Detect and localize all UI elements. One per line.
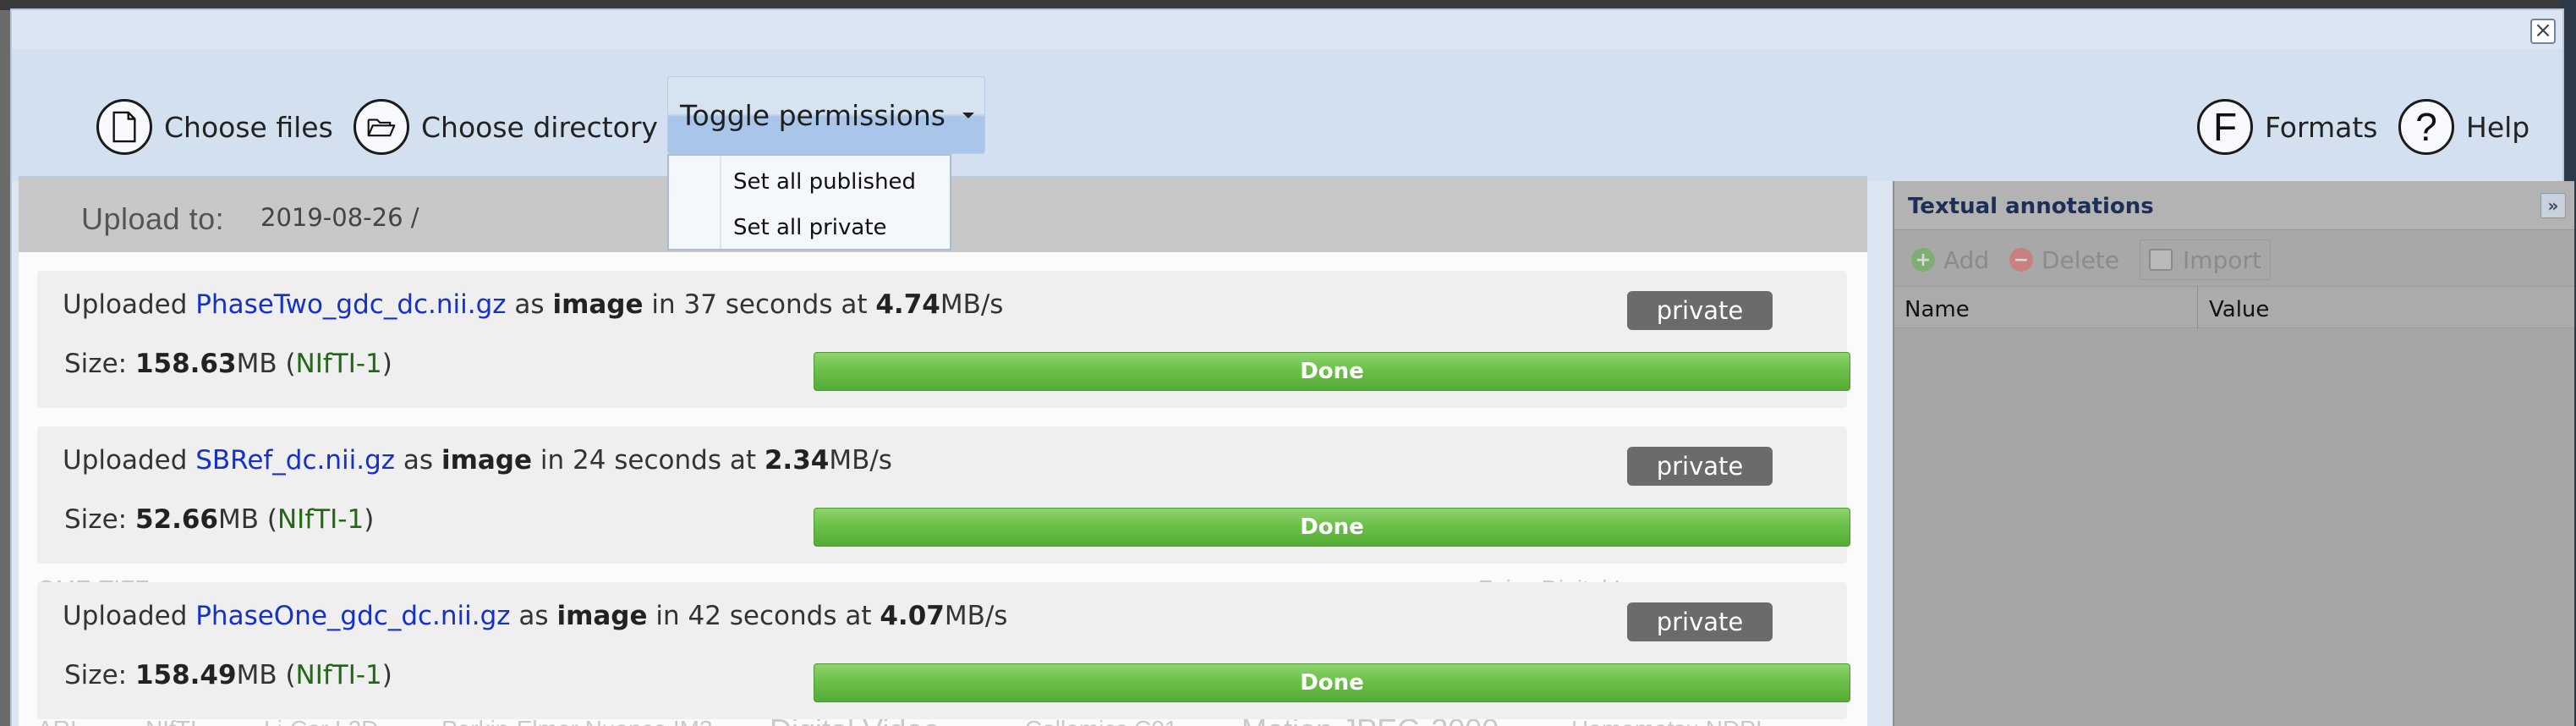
annotations-table-body — [1894, 329, 2574, 726]
permission-toggle-button[interactable]: private — [1627, 447, 1773, 486]
upload-to-label: Upload to: — [81, 201, 225, 236]
help-label: Help — [2466, 110, 2530, 144]
choose-directory-label: Choose directory — [421, 110, 658, 144]
file-format: NIfTI-1 — [295, 349, 382, 379]
delete-annotation-button[interactable]: − Delete — [2009, 242, 2119, 278]
choose-directory-button[interactable]: Choose directory — [354, 96, 658, 157]
upload-dialog: × Choose files Choose directory F Format… — [10, 8, 2574, 726]
progress-status: Done — [1300, 514, 1364, 540]
help-button[interactable]: ? Help — [2398, 96, 2529, 157]
upload-path[interactable]: 2019-08-26 / — [260, 203, 419, 232]
menu-item-set-all-private[interactable]: Set all private — [733, 215, 887, 240]
help-icon: ? — [2398, 99, 2454, 155]
upload-size: Size: 158.63MB (NIfTI-1) — [64, 349, 392, 379]
formats-label: Formats — [2265, 110, 2378, 144]
upload-summary: Uploaded SBRef_dc.nii.gz as image in 24 … — [63, 445, 892, 476]
upload-summary: Uploaded PhaseOne_gdc_dc.nii.gz as image… — [63, 601, 1008, 631]
file-link[interactable]: PhaseTwo_gdc_dc.nii.gz — [195, 289, 506, 320]
column-header-name[interactable]: Name — [1905, 297, 1970, 322]
upload-card: Uploaded PhaseOne_gdc_dc.nii.gz as image… — [37, 582, 1850, 719]
choose-files-button[interactable]: Choose files — [96, 96, 333, 157]
file-link[interactable]: PhaseOne_gdc_dc.nii.gz — [195, 601, 510, 631]
panel-header: Textual annotations » — [1894, 181, 2574, 230]
add-annotation-button[interactable]: + Add — [1911, 242, 1989, 278]
collapse-panel-button[interactable]: » — [2540, 193, 2566, 218]
file-format: NIfTI-1 — [277, 504, 364, 535]
import-annotations-button[interactable]: Import — [2140, 239, 2271, 280]
menu-gutter — [720, 156, 721, 249]
close-button[interactable]: × — [2530, 19, 2556, 44]
progress-status: Done — [1300, 359, 1364, 384]
upload-size: Size: 52.66MB (NIfTI-1) — [64, 504, 375, 535]
add-icon: + — [1911, 248, 1935, 272]
menu-item-set-all-published[interactable]: Set all published — [733, 169, 916, 195]
upload-list: OME-TIFF Zeiss Digital Image ARI NIfTI L… — [19, 252, 1867, 726]
upload-card: Uploaded PhaseTwo_gdc_dc.nii.gz as image… — [37, 271, 1850, 408]
column-divider[interactable] — [2197, 287, 2198, 329]
column-header-value[interactable]: Value — [2209, 297, 2269, 322]
progress-status: Done — [1300, 670, 1364, 696]
choose-files-label: Choose files — [164, 110, 333, 144]
delete-icon: − — [2009, 248, 2033, 272]
folder-open-icon — [354, 99, 409, 155]
upload-progress-bar: Done — [814, 352, 1850, 391]
formats-button[interactable]: F Formats — [2197, 96, 2377, 157]
file-link[interactable]: SBRef_dc.nii.gz — [195, 445, 395, 476]
upload-progress-bar: Done — [814, 663, 1850, 702]
file-icon — [96, 99, 152, 155]
upload-progress-bar: Done — [814, 508, 1850, 547]
caret-down-icon — [962, 112, 974, 118]
import-icon — [2149, 249, 2173, 271]
panel-title: Textual annotations — [1908, 194, 2154, 219]
annotations-table-header: Name Value — [1894, 286, 2574, 329]
toggle-permissions-label: Toggle permissions — [680, 98, 945, 132]
panel-toolbar: + Add − Delete Import — [1894, 232, 2574, 286]
formats-icon: F — [2197, 99, 2253, 155]
permission-toggle-button[interactable]: private — [1627, 602, 1773, 641]
textual-annotations-panel: Textual annotations » + Add − Delete Imp… — [1893, 181, 2574, 726]
permissions-menu: Set all published Set all private — [667, 154, 951, 250]
permission-toggle-button[interactable]: private — [1627, 291, 1773, 330]
toolbar: Choose files Choose directory F Formats … — [12, 49, 2562, 181]
file-format: NIfTI-1 — [295, 660, 382, 690]
screen: × Choose files Choose directory F Format… — [0, 0, 2576, 726]
upload-summary: Uploaded PhaseTwo_gdc_dc.nii.gz as image… — [63, 289, 1004, 320]
toggle-permissions-button[interactable]: Toggle permissions — [667, 76, 985, 154]
upload-size: Size: 158.49MB (NIfTI-1) — [64, 660, 392, 690]
upload-card: Uploaded SBRef_dc.nii.gz as image in 24 … — [37, 426, 1850, 564]
